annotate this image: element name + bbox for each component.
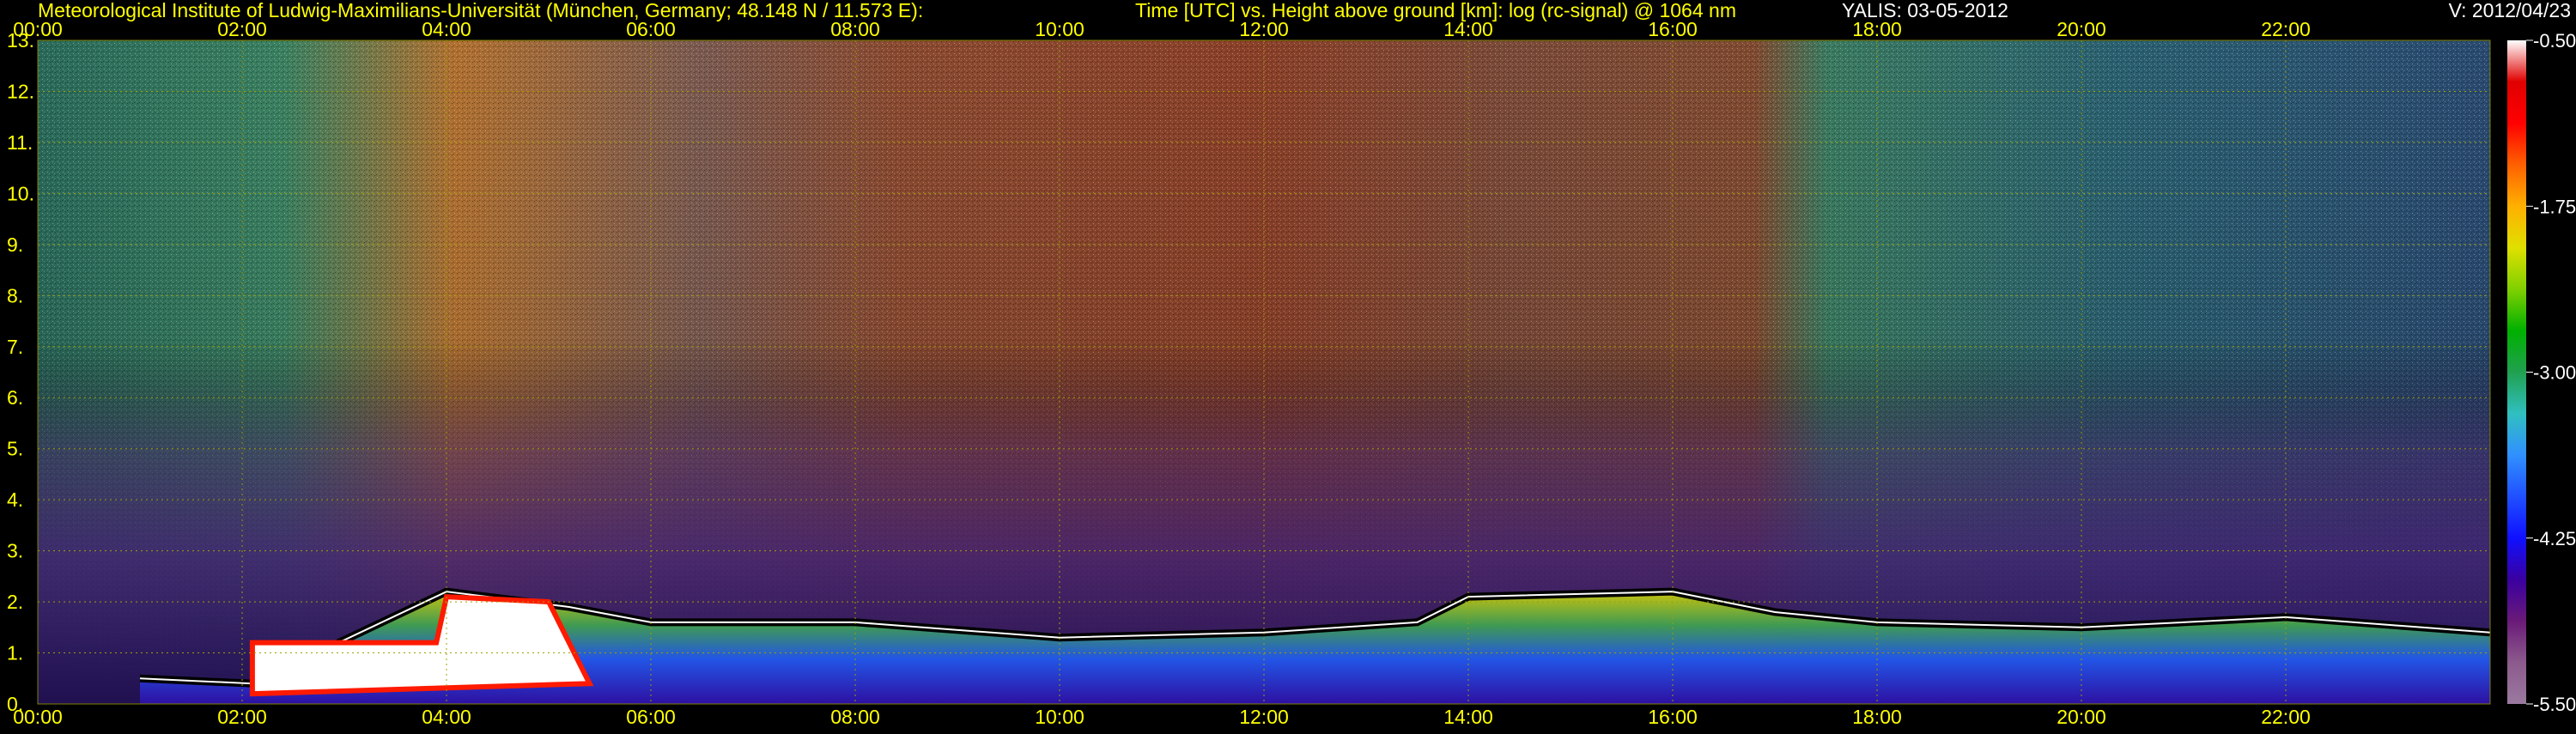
x-axis-bottom: 00:00 02:00 04:00 06:00 08:00 10:00 12:00 14:00… <box>13 706 2311 728</box>
station-date-label: YALIS: 03-05-2012 <box>1842 0 2008 21</box>
x-tick-label-bottom: 02:00 <box>217 706 267 728</box>
y-tick-label: 10. <box>7 182 34 204</box>
colorbar-tick-label: -3.00 <box>2533 362 2576 384</box>
y-tick-label: 8. <box>7 284 23 306</box>
colorbar: -0.50 -1.75 -3.00 -4.25 -5.50 <box>2507 30 2576 715</box>
colorbar-ticks: -0.50 -1.75 -3.00 -4.25 -5.50 <box>2526 30 2576 715</box>
y-tick-label: 4. <box>7 488 23 511</box>
y-tick-label: 6. <box>7 386 23 409</box>
lidar-chart: 00:00 02:00 04:00 06:00 08:00 10:00 12:00 14:00… <box>0 0 2576 730</box>
y-tick-label: 5. <box>7 438 23 460</box>
x-tick-label-bottom: 04:00 <box>422 706 471 728</box>
y-axis: 0. 1. 2. 3. 4. 5. 6. 7. 8. 9. 10. 11. 12. 13. <box>7 29 34 715</box>
x-tick-label-bottom: 06:00 <box>626 706 676 728</box>
y-tick-label: 3. <box>7 540 23 562</box>
institute-label: Meteorological Institute of Ludwig-Maxim… <box>38 0 924 21</box>
version-label: V: 2012/04/23 <box>2448 0 2571 21</box>
y-tick-label: 1. <box>7 642 23 664</box>
y-tick-label: 9. <box>7 234 23 256</box>
y-tick-label: 12. <box>7 80 34 102</box>
x-tick-label-bottom: 22:00 <box>2261 706 2311 728</box>
x-tick-label-top: 20:00 <box>2057 18 2106 40</box>
colorbar-tick-label: -4.25 <box>2533 528 2576 549</box>
colorbar-tick-label: -1.75 <box>2533 196 2576 217</box>
colorbar-tick-label: -0.50 <box>2533 30 2576 52</box>
plot-area <box>37 39 2491 705</box>
x-tick-label-bottom: 16:00 <box>1648 706 1698 728</box>
y-tick-label: 11. <box>7 131 33 154</box>
chart-title: Time [UTC] vs. Height above ground [km]:… <box>1135 0 1736 21</box>
y-tick-label: 2. <box>7 591 23 613</box>
x-tick-label-bottom: 08:00 <box>830 706 880 728</box>
x-tick-label-bottom: 10:00 <box>1035 706 1084 728</box>
y-tick-label: 13. <box>7 29 34 52</box>
x-tick-label-bottom: 12:00 <box>1239 706 1289 728</box>
x-tick-label-bottom: 18:00 <box>1852 706 1902 728</box>
x-tick-label-top: 22:00 <box>2261 18 2311 40</box>
colorbar-tick-label: -5.50 <box>2533 694 2576 715</box>
x-tick-label-top: 10:00 <box>1035 18 1084 40</box>
colorbar-scale <box>2507 40 2526 704</box>
y-tick-label: 7. <box>7 336 23 358</box>
x-tick-label-bottom: 14:00 <box>1443 706 1493 728</box>
y-tick-label: 0. <box>7 693 23 715</box>
x-tick-label-bottom: 20:00 <box>2057 706 2106 728</box>
heatmap-svg: 00:00 02:00 04:00 06:00 08:00 10:00 12:00 14:00… <box>7 18 2576 728</box>
